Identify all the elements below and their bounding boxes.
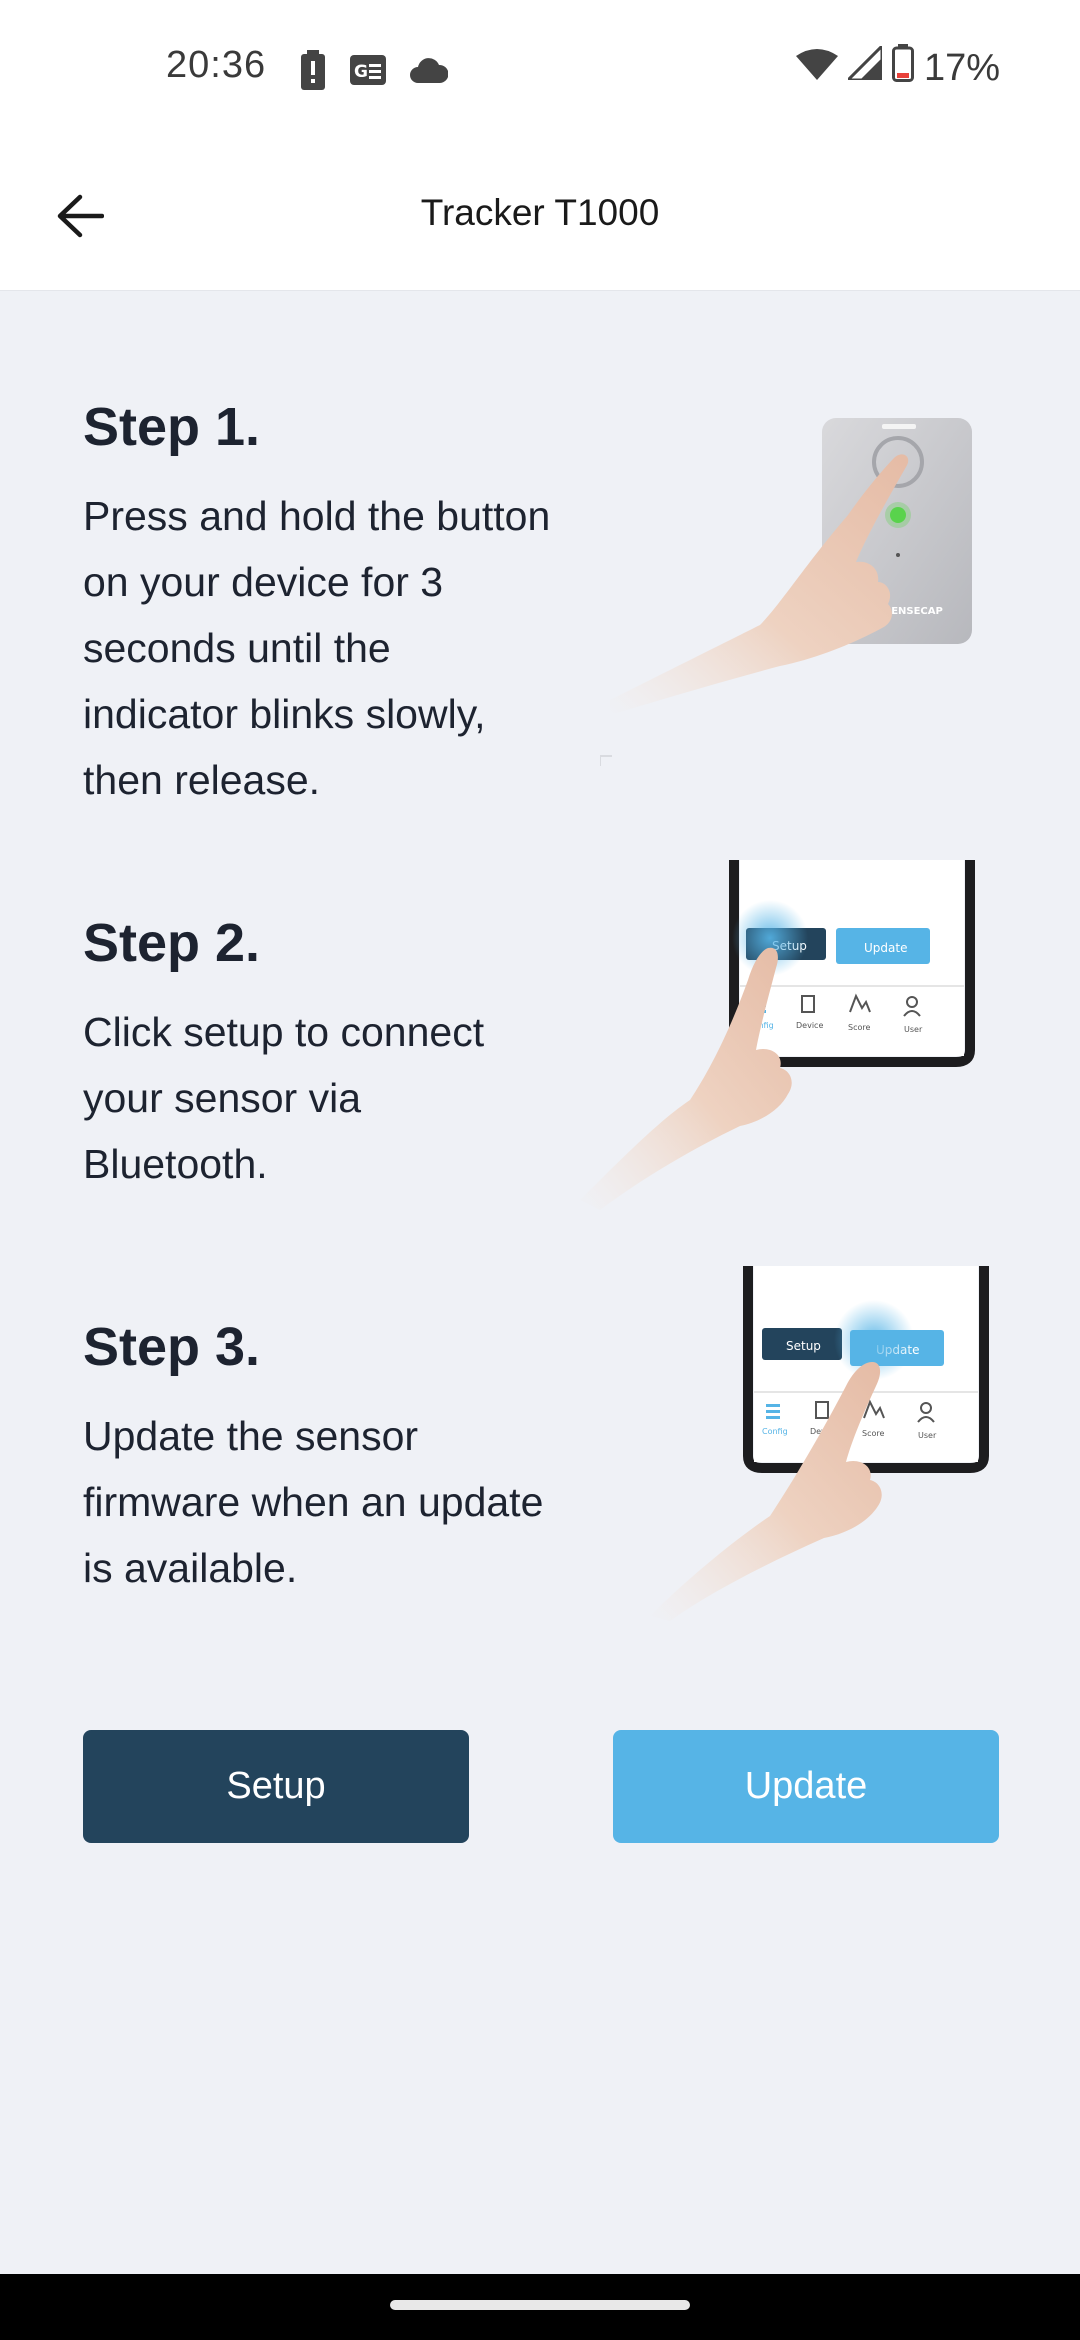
- step-1: Step 1. Press and hold the button on you…: [83, 397, 553, 813]
- status-system-icons: 17%: [795, 42, 1000, 92]
- status-time: 20:36: [166, 44, 267, 86]
- step-3-text: Update the sensor firmware when an updat…: [83, 1413, 544, 1592]
- navigation-bar: [0, 2274, 1080, 2340]
- status-bar: 20:36 G 17%: [0, 0, 1080, 140]
- setup-button[interactable]: Setup: [83, 1730, 469, 1843]
- wifi-icon: [795, 47, 838, 90]
- svg-text:G: G: [354, 62, 368, 82]
- battery-icon: [891, 44, 914, 92]
- status-notification-icons: G: [300, 50, 449, 95]
- page-title: Tracker T1000: [420, 192, 660, 233]
- home-indicator[interactable]: [390, 2300, 690, 2310]
- step-1-text: Press and hold the button on your device…: [83, 493, 551, 804]
- phone-tab-device: Device: [796, 1021, 823, 1030]
- step-2-text: Click setup to connect your sensor via B…: [83, 1009, 485, 1188]
- cell-signal-icon: [844, 42, 884, 90]
- news-icon: G: [350, 55, 386, 90]
- step-2: Step 2. Click setup to connect your sens…: [83, 913, 553, 1197]
- step-3: Step 3. Update the sensor firmware when …: [83, 1317, 553, 1601]
- phone-tab-user-2: User: [918, 1431, 937, 1440]
- device-brand-label: SENSECAP: [884, 606, 943, 617]
- phone-update-illustration: Setup Update Config Device Score User: [640, 1266, 1000, 1631]
- cloud-icon: [410, 57, 449, 88]
- step-1-title: Step 1.: [83, 397, 261, 457]
- phone-update-label: Update: [864, 941, 907, 955]
- battery-percentage: 17%: [923, 46, 1000, 89]
- battery-alert-icon: [300, 50, 326, 95]
- step-3-title: Step 3.: [83, 1317, 261, 1377]
- phone-tab-config-2: Config: [762, 1427, 788, 1436]
- update-button[interactable]: Update: [613, 1730, 999, 1843]
- phone-tab-score-2: Score: [862, 1429, 884, 1438]
- step-2-title: Step 2.: [83, 913, 261, 973]
- phone-setup-illustration: Setup Update Config Device Score User: [580, 860, 980, 1225]
- phone-tab-score: Score: [848, 1023, 870, 1032]
- device-press-illustration: SENSECAP: [599, 400, 1000, 785]
- phone-tab-user: User: [904, 1025, 923, 1034]
- app-bar: Tracker T1000: [0, 140, 1080, 291]
- phone-setup-label-2: Setup: [786, 1339, 821, 1353]
